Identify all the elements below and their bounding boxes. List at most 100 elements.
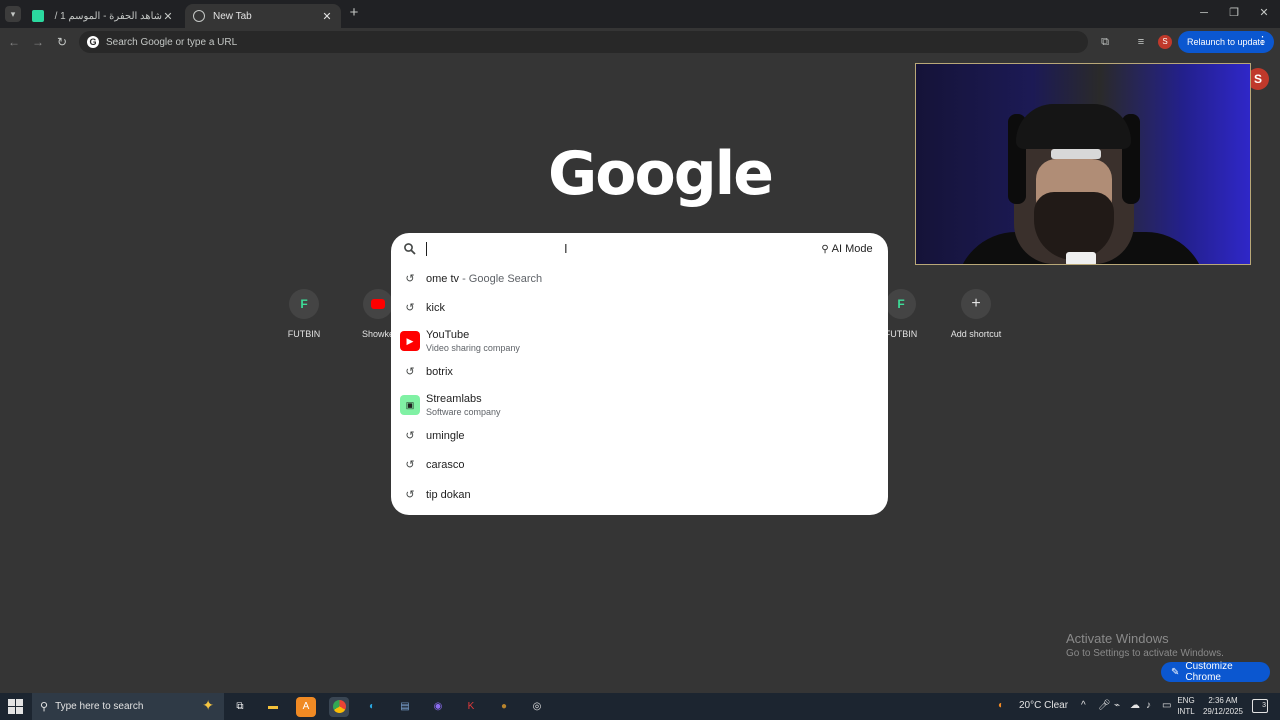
shortcut-label: Showke [361, 329, 395, 339]
youtube-icon: ▶ [400, 331, 420, 351]
suggestion-item[interactable]: ↺ tip dokan [391, 481, 888, 509]
suggestion-text: carasco [426, 459, 465, 471]
history-icon: ↺ [405, 489, 415, 501]
suggestion-item[interactable]: ↺ carasco [391, 451, 888, 479]
language-indicator[interactable]: ENG INTL [1176, 695, 1196, 717]
cloud-icon[interactable]: ☁ [1130, 700, 1140, 711]
minimize-icon[interactable]: ─ [1196, 5, 1212, 21]
futbin-icon: F [289, 289, 319, 319]
suggestion-text: botrix [426, 366, 453, 378]
suggestion-item[interactable]: ↺ kick [391, 294, 888, 322]
futbin-icon: F [886, 289, 916, 319]
tab-new-tab[interactable]: New Tab ✕ [185, 4, 341, 28]
profile-avatar[interactable]: S [1158, 35, 1172, 49]
suggestion-item[interactable]: ↺ botrix [391, 358, 888, 386]
text-caret [426, 242, 427, 256]
speaker-icon[interactable]: ♪ [1146, 700, 1151, 711]
task-view-icon[interactable]: ⧉ [230, 697, 250, 717]
show-hidden-icons-icon[interactable]: ^ [1081, 700, 1086, 711]
relaunch-button[interactable]: Relaunch to update ⋮ [1178, 31, 1274, 53]
search-highlight-icon: ✦ [202, 697, 214, 713]
history-icon: ↺ [405, 366, 415, 378]
tab-shahid[interactable]: شاهد الحفرة - الموسم 1 / الحلقة ✕ [24, 4, 182, 28]
app-k-icon[interactable]: K [461, 697, 481, 717]
close-window-icon[interactable]: ✕ [1256, 5, 1272, 21]
chrome-favicon-icon [193, 10, 205, 22]
shortcut-label: Add shortcut [950, 329, 1002, 339]
suggestion-item[interactable]: ▶ YouTube Video sharing company [391, 326, 888, 356]
network-icon[interactable]: ⌁ [1114, 700, 1120, 711]
ai-search-icon: ⚲ [821, 243, 829, 255]
taskbar-search-input[interactable]: ⚲ Type here to search ✦ [32, 693, 224, 720]
tab-title: New Tab [213, 10, 252, 22]
tab-strip: ▾ شاهد الحفرة - الموسم 1 / الحلقة ✕ New … [0, 0, 1280, 28]
windows-start-icon[interactable] [8, 699, 23, 714]
suggestion-title: Streamlabs [426, 392, 482, 405]
weather-text[interactable]: 20°C Clear [1019, 700, 1068, 711]
shortcut-label: FUTBIN [884, 329, 918, 339]
edge-icon[interactable]: ◐ [362, 697, 382, 717]
clock-time: 2:36 AM [1208, 696, 1238, 705]
youtube-shortcut-icon [363, 289, 393, 319]
ai-mode-label: AI Mode [831, 243, 873, 255]
search-input[interactable]: ⚲ AI Mode [391, 233, 888, 265]
webcam-overlay [915, 63, 1251, 265]
notification-icon[interactable]: 3 [1252, 699, 1268, 713]
media-controls-icon[interactable]: ≡ [1134, 35, 1148, 49]
discord-icon[interactable]: ◉ [428, 697, 448, 717]
monitor-app-icon[interactable]: ▤ [395, 697, 415, 717]
display-icon[interactable]: ▭ [1162, 700, 1171, 711]
shortcut-futbin[interactable]: F FUTBIN [269, 289, 339, 339]
suggestion-title: YouTube [426, 328, 470, 341]
tab-title: شاهد الحفرة - الموسم 1 / الحلقة [52, 10, 162, 22]
google-logo: Google [548, 139, 774, 209]
ai-mode-button[interactable]: ⚲ AI Mode [817, 240, 877, 258]
tab-search-button[interactable]: ▾ [5, 6, 21, 22]
activate-title: Activate Windows [1066, 631, 1169, 646]
game-app-icon[interactable]: ● [494, 697, 514, 717]
history-icon: ↺ [405, 273, 415, 285]
suggestion-text: YouTube Video sharing company [426, 329, 520, 354]
forward-icon[interactable]: → [30, 34, 46, 50]
webcam-person-hat [1016, 104, 1131, 149]
suggestion-subtitle: Video sharing company [426, 342, 520, 353]
activate-windows-watermark: Activate Windows Go to Settings to activ… [1066, 631, 1224, 659]
omnibox[interactable]: G Search Google or type a URL [79, 31, 1088, 53]
plus-icon: + [961, 289, 991, 319]
suggestion-item[interactable]: ↺ umingle [391, 422, 888, 450]
back-icon[interactable]: ← [6, 34, 22, 50]
suggestion-text: Streamlabs Software company [426, 393, 501, 418]
file-explorer-icon[interactable]: ▬ [263, 697, 283, 717]
close-tab-icon[interactable]: ✕ [321, 10, 333, 23]
suggestion-subtitle: Software company [426, 406, 501, 417]
language-code: ENG [1177, 696, 1195, 705]
search-icon: ⚲ [40, 701, 49, 713]
weather-icon: ◐ [998, 700, 1005, 711]
close-tab-icon[interactable]: ✕ [162, 10, 174, 23]
hat-logo [1051, 149, 1101, 159]
taskbar-clock[interactable]: 2:36 AM 29/12/2025 [1200, 695, 1246, 717]
omnibox-placeholder: Search Google or type a URL [106, 36, 238, 48]
app-a-icon[interactable]: A [296, 697, 316, 717]
customize-chrome-button[interactable]: ✎ Customize Chrome [1161, 661, 1270, 683]
chrome-icon[interactable] [329, 697, 349, 717]
clock-date: 29/12/2025 [1202, 707, 1244, 716]
google-g-icon: G [87, 36, 99, 48]
obs-icon[interactable]: ◎ [527, 697, 547, 717]
relaunch-label: Relaunch to update [1187, 37, 1266, 47]
suggestion-item[interactable]: ↺ ome tv - Google Search [391, 265, 888, 293]
new-tab-button[interactable]: + [346, 5, 362, 21]
language-layout: INTL [1177, 707, 1195, 716]
history-icon: ↺ [405, 430, 415, 442]
suggestion-item[interactable]: ▣ Streamlabs Software company [391, 390, 888, 420]
suggestion-query: ome tv [426, 273, 460, 285]
shortcut-add[interactable]: + Add shortcut [941, 289, 1011, 339]
more-menu-icon[interactable]: ⋮ [1257, 34, 1268, 47]
reload-icon[interactable]: ↻ [54, 34, 70, 50]
microphone-icon[interactable]: 🎤︎ [1098, 700, 1111, 711]
ibeam-cursor-icon: I [564, 241, 568, 256]
search-icon [404, 243, 416, 255]
suggestion-suffix: - Google Search [459, 273, 543, 285]
extensions-icon[interactable]: ⧉ [1098, 35, 1112, 49]
restore-icon[interactable]: ❐ [1226, 5, 1242, 21]
